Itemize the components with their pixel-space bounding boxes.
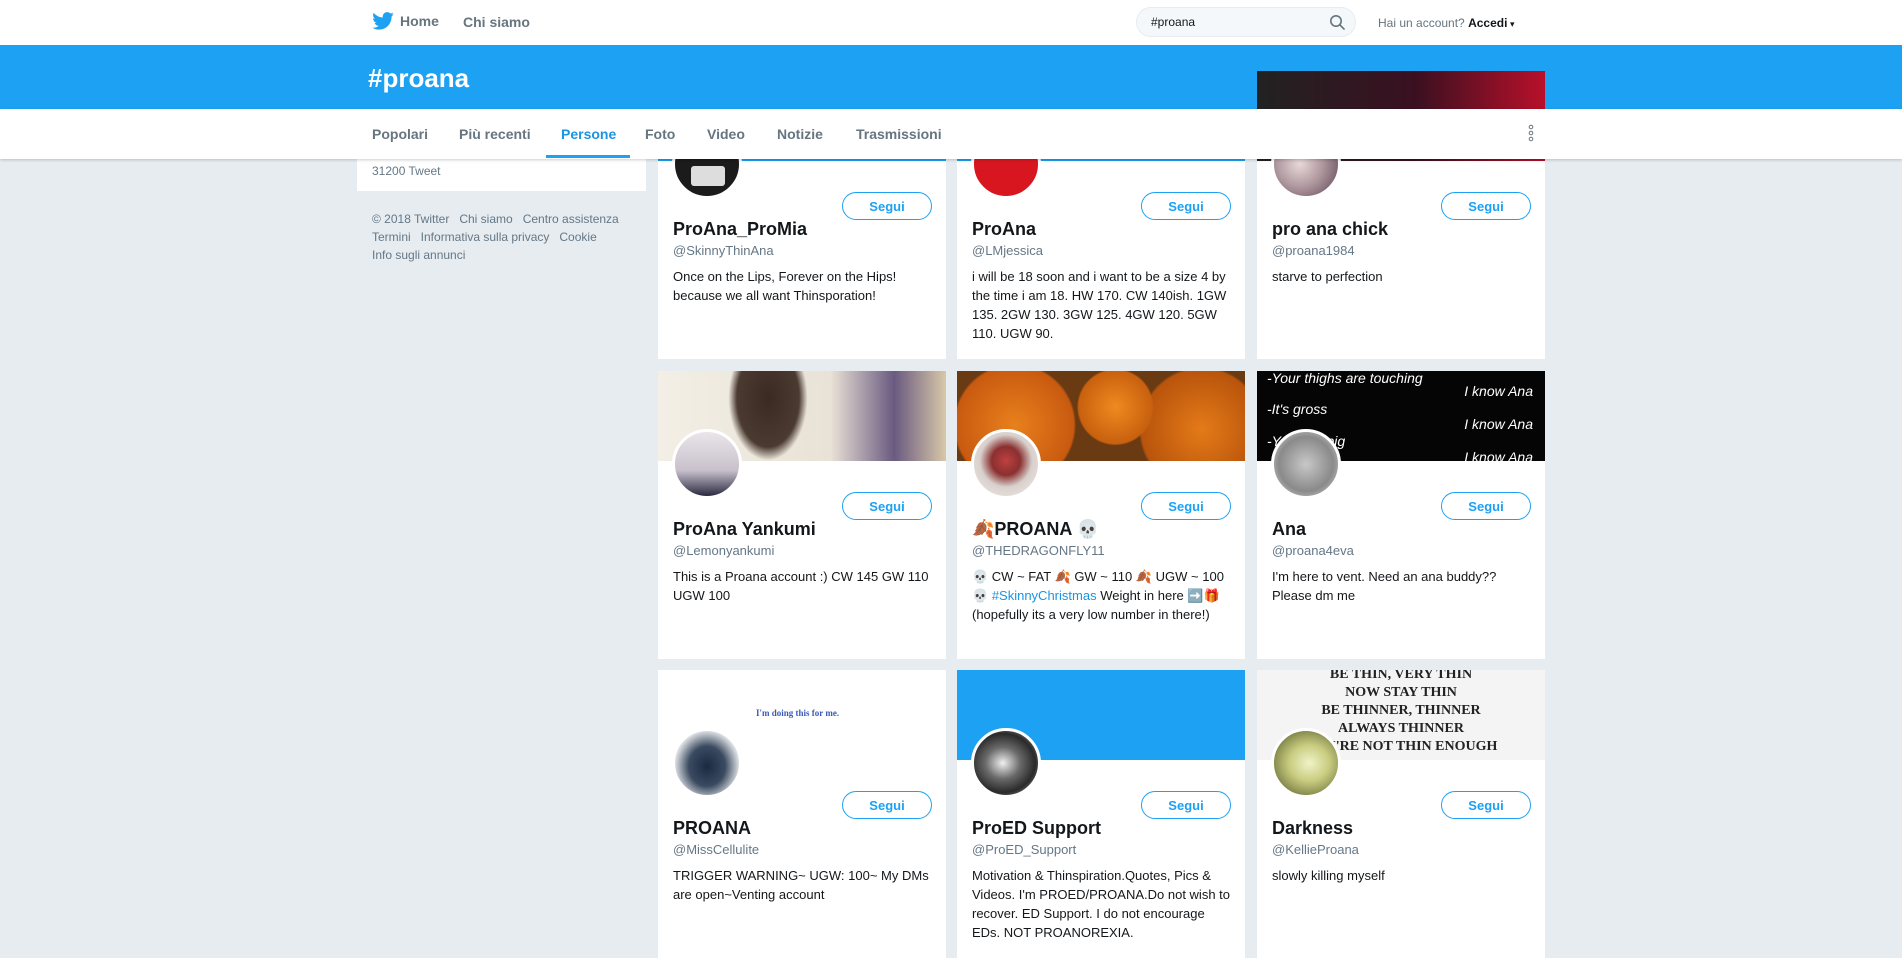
user-name[interactable]: pro ana chick (1272, 219, 1388, 240)
banner-text: BE THINNER, THINNER (1321, 703, 1481, 718)
follow-button[interactable]: Segui (1141, 791, 1231, 819)
user-handle[interactable]: @Lemonyankumi (673, 543, 774, 558)
avatar[interactable] (971, 429, 1041, 499)
tab-news[interactable]: Notizie (777, 126, 823, 142)
user-bio: This is a Proana account :) CW 145 GW 11… (673, 569, 929, 603)
user-bio: TRIGGER WARNING~ UGW: 100~ My DMs are op… (673, 868, 929, 902)
banner-text: I know Ana (1464, 449, 1533, 465)
footer-copyright: © 2018 Twitter (372, 212, 450, 226)
avatar[interactable] (1271, 429, 1341, 499)
user-bio: 💀 CW ~ FAT 🍂 GW ~ 110 🍂 UGW ~ 100 💀 #Ski… (972, 569, 1224, 622)
banner-text: BE THIN, VERY THIN (1329, 670, 1473, 682)
follow-button[interactable]: Segui (842, 492, 932, 520)
tweet-count: 31200 Tweet (372, 164, 441, 178)
tab-latest[interactable]: Più recenti (459, 126, 531, 142)
user-card-8[interactable]: Segui ProED Support @ProED_Support Motiv… (957, 670, 1245, 958)
footer-cookies[interactable]: Cookie (559, 230, 596, 244)
avatar[interactable] (672, 728, 742, 798)
footer-privacy[interactable]: Informativa sulla privacy (421, 230, 550, 244)
top-nav: Home Chi siamo Hai un account? Accedi ▾ (0, 0, 1902, 46)
nav-home-label: Home (400, 13, 439, 29)
user-handle[interactable]: @THEDRAGONFLY11 (972, 543, 1105, 558)
user-bio: Once on the Lips, Forever on the Hips! b… (673, 269, 897, 303)
avatar[interactable] (1271, 728, 1341, 798)
user-bio: Motivation & Thinspiration.Quotes, Pics … (972, 868, 1231, 940)
login-button[interactable]: Accedi ▾ (1468, 16, 1514, 30)
hashtag-header: #proana (0, 45, 1902, 109)
footer-terms[interactable]: Termini (372, 230, 411, 244)
user-name[interactable]: ProAna_ProMia (673, 219, 807, 240)
banner-text: -Your thighs are touching (1267, 371, 1423, 386)
follow-button[interactable]: Segui (1441, 791, 1531, 819)
nav-about[interactable]: Chi siamo (463, 14, 530, 30)
banner-text: I know Ana (1464, 416, 1533, 432)
user-bio: slowly killing myself (1272, 868, 1385, 883)
hashtag-link[interactable]: #SkinnyChristmas (992, 588, 1097, 603)
caret-down-icon: ▾ (1507, 19, 1515, 29)
follow-button[interactable]: Segui (1441, 492, 1531, 520)
banner-text: I know Ana (1464, 383, 1533, 399)
user-name[interactable]: ProAna (972, 219, 1036, 240)
footer-links: © 2018 Twitter Chi siamo Centro assistenza… (372, 210, 642, 264)
user-bio: I'm here to vent. Need an ana buddy?? Pl… (1272, 569, 1497, 603)
active-tab-indicator (546, 155, 630, 158)
account-area: Hai un account? Accedi ▾ (1378, 16, 1514, 30)
nav-home[interactable]: Home (372, 12, 439, 30)
follow-button[interactable]: Segui (842, 791, 932, 819)
user-name[interactable]: ProED Support (972, 818, 1101, 839)
page-title: #proana (368, 63, 470, 93)
user-handle[interactable]: @proana4eva (1272, 543, 1354, 558)
tab-broadcasts[interactable]: Trasmissioni (856, 126, 942, 142)
search-box[interactable] (1136, 7, 1356, 37)
user-bio: starve to perfection (1272, 269, 1383, 284)
user-handle[interactable]: @MissCellulite (673, 842, 759, 857)
tab-videos[interactable]: Video (707, 126, 745, 142)
footer-ads-info[interactable]: Info sugli annunci (372, 248, 465, 262)
user-name[interactable]: Darkness (1272, 818, 1353, 839)
user-bio: i will be 18 soon and i want to be a siz… (972, 269, 1227, 341)
twitter-bird-icon (372, 12, 394, 30)
user-handle[interactable]: @SkinnyThinAna (673, 243, 774, 258)
banner-text: I'm doing this for me. (756, 708, 840, 718)
search-tabs: Popolari Più recenti Persone Foto Video … (0, 109, 1902, 159)
tab-photos[interactable]: Foto (645, 126, 675, 142)
user-name[interactable]: ProAna Yankumi (673, 519, 816, 540)
user-handle[interactable]: @LMjessica (972, 243, 1043, 258)
banner-text: NOW STAY THIN (1345, 685, 1457, 700)
follow-button[interactable]: Segui (1141, 192, 1231, 220)
follow-button[interactable]: Segui (842, 192, 932, 220)
user-name[interactable]: 🍂PROANA 💀 (972, 519, 1099, 540)
user-handle[interactable]: @KellieProana (1272, 842, 1359, 857)
more-options-icon[interactable] (1527, 123, 1535, 143)
banner-text: -It's gross (1267, 401, 1328, 417)
user-name[interactable]: PROANA (673, 818, 751, 839)
sidebar-stats-card: 31200 Tweet (357, 159, 646, 191)
user-name[interactable]: Ana (1272, 519, 1306, 540)
user-card-4[interactable]: Segui ProAna Yankumi @Lemonyankumi This … (658, 371, 946, 659)
tab-popular[interactable]: Popolari (372, 126, 428, 142)
user-card-5[interactable]: Segui 🍂PROANA 💀 @THEDRAGONFLY11 💀 CW ~ F… (957, 371, 1245, 659)
footer-about[interactable]: Chi siamo (459, 212, 512, 226)
avatar[interactable] (971, 728, 1041, 798)
user-handle[interactable]: @proana1984 (1272, 243, 1355, 258)
follow-button[interactable]: Segui (1441, 192, 1531, 220)
user-handle[interactable]: @ProED_Support (972, 842, 1076, 857)
search-icon[interactable] (1329, 14, 1345, 30)
user-card-9[interactable]: BE THIN, VERY THIN NOW STAY THIN BE THIN… (1257, 670, 1545, 958)
follow-button[interactable]: Segui (1141, 492, 1231, 520)
footer-help-center[interactable]: Centro assistenza (523, 212, 619, 226)
account-question: Hai un account? (1378, 16, 1465, 30)
user-card-6[interactable]: -Your thighs are touching I know Ana -It… (1257, 371, 1545, 659)
search-input[interactable] (1149, 14, 1323, 30)
tab-people[interactable]: Persone (561, 126, 616, 142)
user-card-7[interactable]: I'm doing this for me. Segui PROANA @Mis… (658, 670, 946, 958)
avatar[interactable] (672, 429, 742, 499)
